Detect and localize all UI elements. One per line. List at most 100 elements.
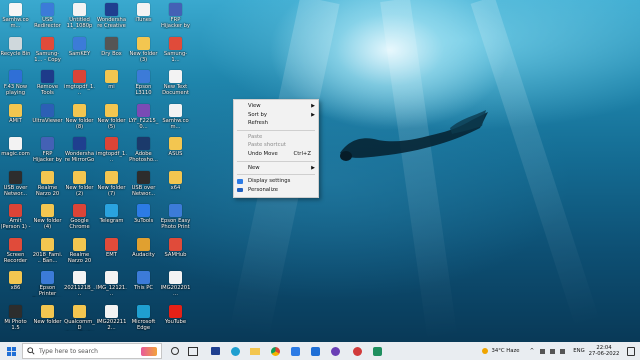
- desktop-icon[interactable]: imgtopdf_1...: [64, 67, 95, 101]
- show-hidden-icons-button[interactable]: ^: [528, 342, 536, 360]
- desktop-icon[interactable]: New folder: [32, 302, 63, 336]
- desktop-icon[interactable]: 2021121B_...: [64, 268, 95, 302]
- task-view-button[interactable]: [168, 342, 182, 360]
- desktop-icon[interactable]: Recycle Bin: [0, 34, 31, 68]
- desktop-icon[interactable]: iTunes: [128, 0, 159, 34]
- desktop-icon[interactable]: AMIT: [0, 101, 31, 135]
- menu-item-undo-move[interactable]: Undo Move Ctrl+Z: [234, 150, 318, 159]
- menu-item-sort-by[interactable]: Sort by ▶: [234, 111, 318, 120]
- desktop-icon[interactable]: Dry Box: [96, 34, 127, 68]
- taskbar-app-file-explorer[interactable]: [248, 342, 262, 360]
- desktop[interactable]: Samhw.com... Recycle Bin F.43 Now playing …: [0, 0, 640, 342]
- menu-item-label: Display settings: [248, 178, 291, 185]
- desktop-icon[interactable]: Realme Narzo 20 (8...: [64, 235, 95, 269]
- desktop-icon[interactable]: Screen Recorder: [0, 235, 31, 269]
- tray-app-2[interactable]: [548, 342, 556, 360]
- desktop-icon[interactable]: New folder (4): [32, 201, 63, 235]
- desktop-icon[interactable]: IMG202201...: [160, 268, 191, 302]
- search-box[interactable]: Type here to search: [22, 343, 162, 359]
- desktop-icon[interactable]: Samhw.com...: [160, 101, 191, 135]
- notifications-button[interactable]: [624, 342, 638, 360]
- volume-button[interactable]: [558, 342, 566, 360]
- desktop-icon[interactable]: Wondershare Creative Ce...: [96, 0, 127, 34]
- desktop-icon[interactable]: New folder (3): [128, 34, 159, 68]
- weather-widget[interactable]: 34°C Haze: [478, 342, 524, 360]
- desktop-icon[interactable]: 2018_Fami... Ban...: [32, 235, 63, 269]
- desktop-icon[interactable]: 3uTools: [128, 201, 159, 235]
- desktop-icon[interactable]: USB Redirector: [32, 0, 63, 34]
- menu-item-new[interactable]: New ▶: [234, 164, 318, 173]
- desktop-icon[interactable]: New folder (7): [96, 168, 127, 202]
- desktop-icon[interactable]: Wondershare MirrorGo: [64, 134, 95, 168]
- desktop-icon-label: ASUS: [168, 151, 183, 157]
- desktop-icon[interactable]: This PC: [128, 268, 159, 302]
- desktop-icon[interactable]: SamKEY: [64, 34, 95, 68]
- language-indicator[interactable]: ENG: [572, 342, 586, 360]
- taskbar-app-store[interactable]: [186, 342, 200, 360]
- menu-item-paste[interactable]: Paste: [234, 133, 318, 142]
- desktop-icon[interactable]: FRP Hijacker by Hagard...: [160, 0, 191, 34]
- taskbar-app-green[interactable]: [370, 342, 384, 360]
- desktop-icon[interactable]: magic.com: [0, 134, 31, 168]
- taskbar-app-chrome[interactable]: [268, 342, 282, 360]
- desktop-icon[interactable]: USB over Networ...: [128, 168, 159, 202]
- taskbar-app-teamviewer[interactable]: [308, 342, 322, 360]
- light-ray: [380, 0, 458, 341]
- desktop-icon[interactable]: Qualcomm_D river_Package _1.1.1(1): [64, 302, 95, 336]
- menu-item-personalize[interactable]: Personalize: [234, 186, 318, 195]
- desktop-icon[interactable]: x86: [0, 268, 31, 302]
- tray-app-1[interactable]: [538, 342, 546, 360]
- desktop-icon[interactable]: FRP Hijacker by Hagard...: [32, 134, 63, 168]
- desktop-icon[interactable]: mi: [96, 67, 127, 101]
- taskbar-app-mirrorgo[interactable]: [208, 342, 222, 360]
- desktop-icon[interactable]: Samung-1... - Copy: [32, 34, 63, 68]
- desktop-icon-label: New folder: [33, 318, 62, 325]
- desktop-icon[interactable]: Adobe Photosho...: [128, 134, 159, 168]
- menu-item-refresh[interactable]: Refresh: [234, 119, 318, 128]
- taskbar-app-blue[interactable]: [288, 342, 302, 360]
- desktop-icon[interactable]: SAMHub: [160, 235, 191, 269]
- menu-item-paste-shortcut[interactable]: Paste shortcut: [234, 141, 318, 150]
- search-placeholder: Type here to search: [39, 347, 98, 355]
- desktop-icon[interactable]: New folder (2): [64, 168, 95, 202]
- taskbar-app-edge[interactable]: [228, 342, 242, 360]
- desktop-icon[interactable]: YouTube: [160, 302, 191, 336]
- desktop-icon[interactable]: Epson Printer Connection...: [32, 268, 63, 302]
- desktop-icon[interactable]: UltraViewer: [32, 101, 63, 135]
- desktop-icon[interactable]: Realme Narzo 20 (8...: [32, 168, 63, 202]
- desktop-icon[interactable]: Microsoft Edge: [128, 302, 159, 336]
- desktop-icon[interactable]: IMG_12121...: [96, 268, 127, 302]
- desktop-icon[interactable]: Epson Easy Photo Print: [160, 201, 191, 235]
- desktop-icon[interactable]: Samung-1...: [160, 34, 191, 68]
- desktop-icon[interactable]: USB over Networ...: [0, 168, 31, 202]
- desktop-icon[interactable]: Amit (Person 1) - Chrome: [0, 201, 31, 235]
- desktop-icon[interactable]: Audacity: [128, 235, 159, 269]
- desktop-icon[interactable]: x64: [160, 168, 191, 202]
- clock[interactable]: 22:04 27-06-2022: [588, 342, 620, 360]
- desktop-icon[interactable]: EMT: [96, 235, 127, 269]
- desktop-icon[interactable]: New folder (5): [96, 101, 127, 135]
- taskbar-app-purple[interactable]: [328, 342, 342, 360]
- desktop-icon[interactable]: Mi Photo 1.5: [0, 302, 31, 336]
- desktop-icon[interactable]: Samhw.com...: [0, 0, 31, 34]
- desktop-icon[interactable]: F.43 Now playing Wat...: [0, 67, 31, 101]
- desktop-icon-label: Google Chrome: [69, 218, 90, 230]
- start-button[interactable]: [3, 342, 19, 360]
- desktop-icon[interactable]: LYF_F2215_0...: [128, 101, 159, 135]
- desktop-icon[interactable]: New folder (8): [64, 101, 95, 135]
- desktop-icon[interactable]: New Text Document: [160, 67, 191, 101]
- app-icon: [137, 204, 150, 217]
- desktop-icon[interactable]: Epson L3110 User's Guide: [128, 67, 159, 101]
- menu-item-view[interactable]: View ▶: [234, 102, 318, 111]
- desktop-icon[interactable]: Remove Tools: [32, 67, 63, 101]
- desktop-icon[interactable]: IMG2022112...: [96, 302, 127, 336]
- desktop-icon[interactable]: Google Chrome: [64, 201, 95, 235]
- desktop-icon[interactable]: Telegram: [96, 201, 127, 235]
- menu-item-display-settings[interactable]: Display settings: [234, 177, 318, 186]
- edge-icon: [230, 346, 240, 356]
- desktop-icon[interactable]: ASUS: [160, 134, 191, 168]
- desktop-icon[interactable]: Untitled 11_1080p: [64, 0, 95, 34]
- desktop-icon-label: USB over Networ...: [3, 184, 28, 197]
- desktop-icon[interactable]: imgtopdf_1...: [96, 134, 127, 168]
- taskbar-app-red[interactable]: [350, 342, 364, 360]
